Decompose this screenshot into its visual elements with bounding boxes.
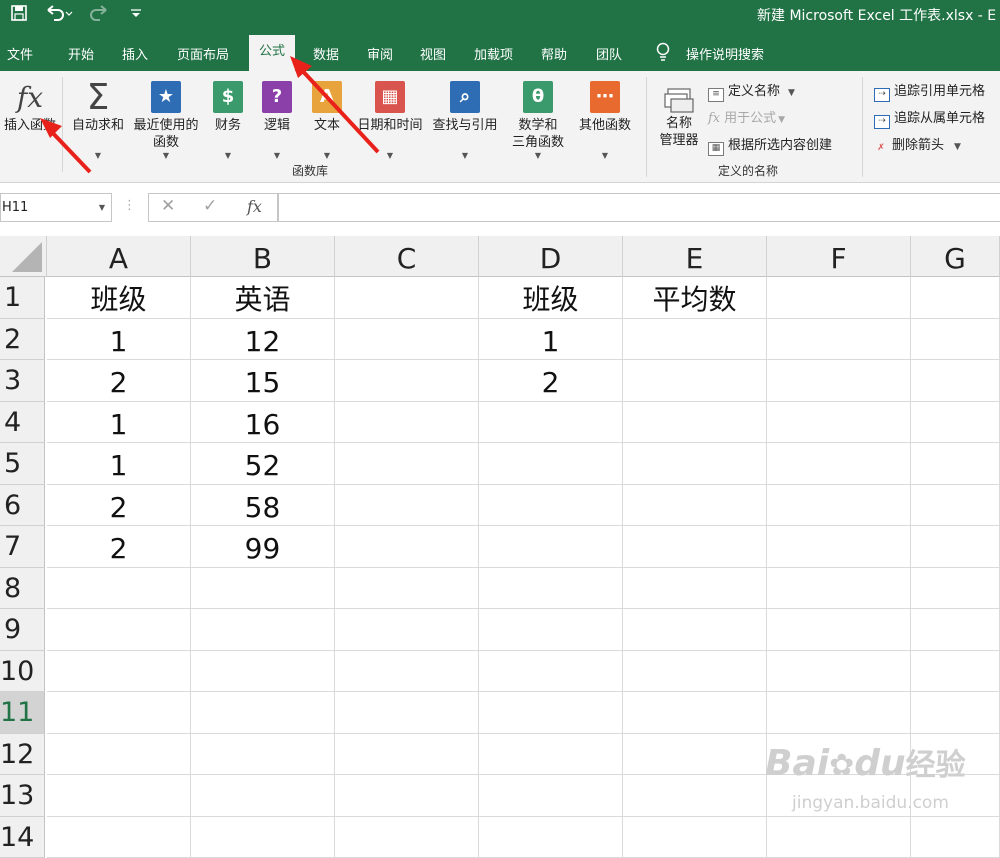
arrowhead-icon: [40, 118, 62, 138]
annotation-arrows: [0, 0, 1000, 836]
annotation-arrow-insert-function: [48, 128, 90, 172]
annotation-arrow-formulas-tab: [298, 66, 378, 152]
